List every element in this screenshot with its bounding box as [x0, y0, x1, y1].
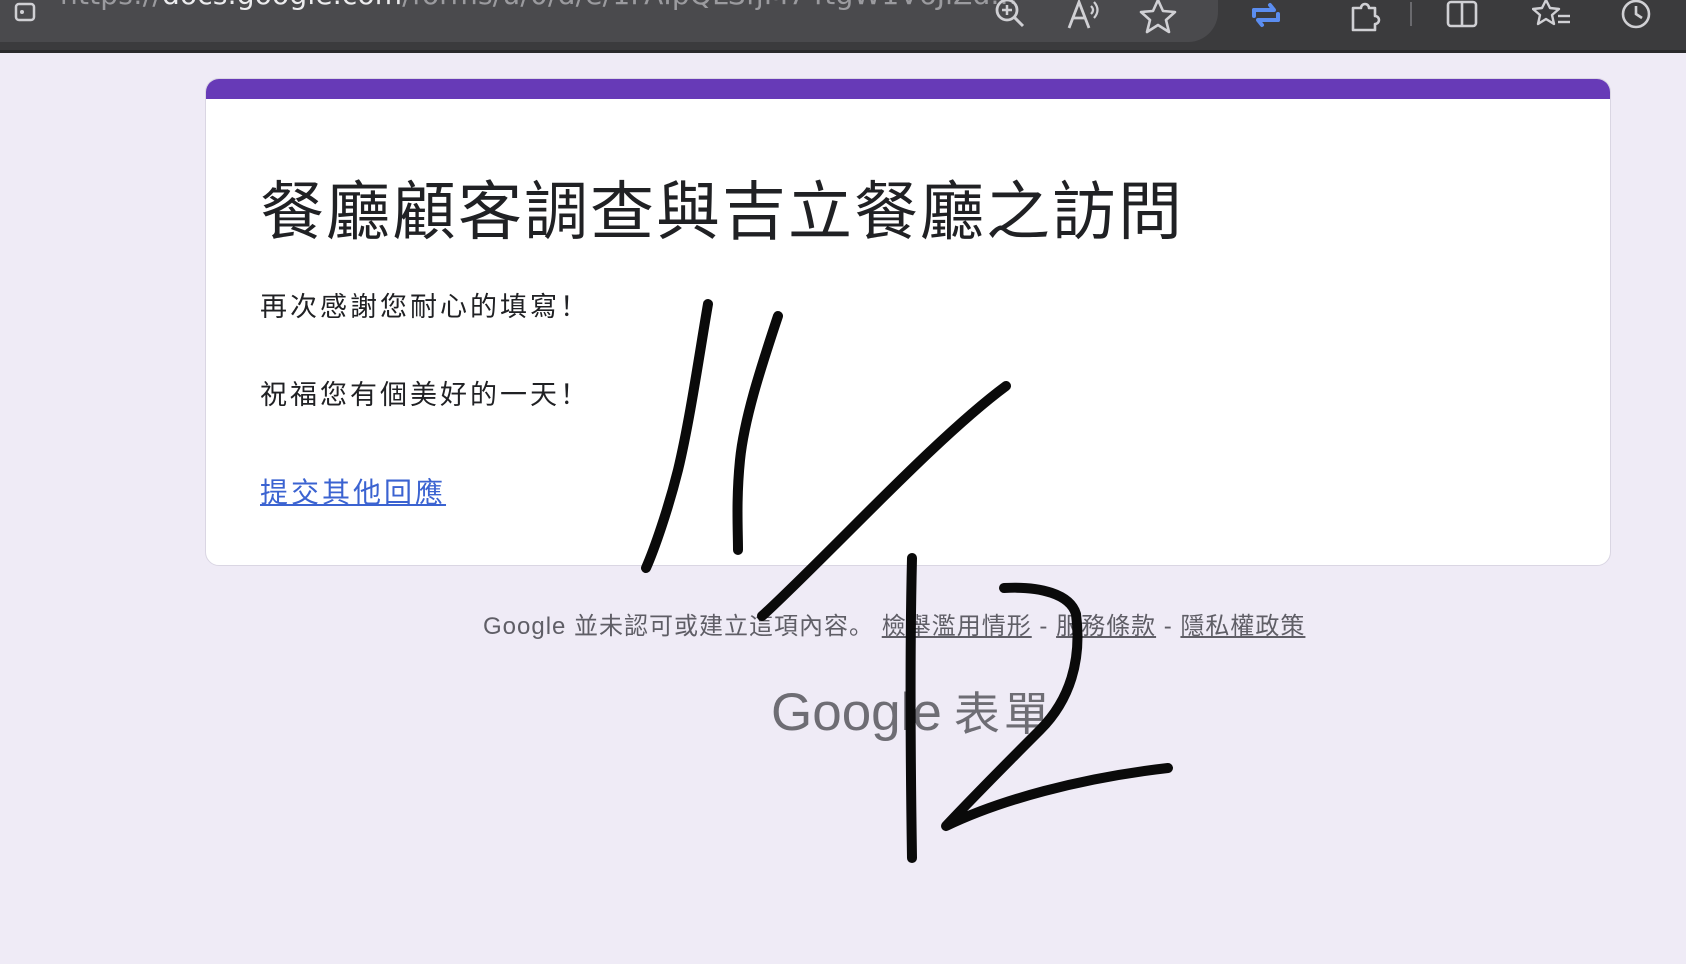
address-bar[interactable]: https://docs.google.com/forms/u/0/d/e/1F… — [0, 0, 1218, 42]
thank-you-message: 再次感謝您耐心的填寫！ — [260, 292, 590, 323]
footer-separator: - — [1039, 613, 1049, 640]
site-info-icon[interactable] — [10, 0, 40, 26]
toolbar-separator — [1410, 2, 1412, 26]
read-aloud-icon[interactable] — [1063, 0, 1103, 36]
sync-icon[interactable] — [1246, 0, 1286, 36]
privacy-link[interactable]: 隱私權政策 — [1180, 613, 1305, 640]
footer-disclaimer: Google 並未認可或建立這項內容。 檢舉濫用情形 - 服務條款 - 隱私權政… — [483, 606, 1305, 641]
good-day-message: 祝福您有個美好的一天！ — [260, 380, 590, 411]
forms-wordmark: 表單 — [953, 688, 1054, 740]
url-text[interactable]: https://docs.google.com/forms/u/0/d/e/1F… — [60, 0, 1018, 11]
footer-separator: - — [1163, 613, 1173, 640]
form-title: 餐廳顧客調查與吉立餐廳之訪問 — [260, 176, 1184, 250]
url-path: /forms/u/0/d/e/1FAIpQLSfjM74tgW1V6JiZd..… — [402, 0, 1018, 11]
submit-another-response-link[interactable]: 提交其他回應 — [260, 471, 446, 511]
card-accent-bar — [206, 79, 1610, 99]
history-icon[interactable] — [1616, 0, 1656, 36]
browser-toolbar: https://docs.google.com/forms/u/0/d/e/1F… — [0, 0, 1686, 53]
form-confirmation-card: 餐廳顧客調查與吉立餐廳之訪問 再次感謝您耐心的填寫！ 祝福您有個美好的一天！ 提… — [205, 78, 1611, 566]
favorites-icon[interactable] — [1531, 0, 1572, 36]
terms-link[interactable]: 服務條款 — [1056, 613, 1156, 640]
split-screen-icon[interactable] — [1442, 0, 1482, 36]
extensions-icon[interactable] — [1345, 0, 1385, 36]
favorite-star-icon[interactable] — [1138, 0, 1178, 36]
url-scheme: https:// — [60, 0, 162, 11]
url-host: docs.google.com — [162, 0, 402, 11]
google-wordmark: Google — [771, 683, 942, 742]
disclaimer-text: Google 並未認可或建立這項內容。 — [483, 613, 875, 640]
report-abuse-link[interactable]: 檢舉濫用情形 — [882, 613, 1032, 640]
google-forms-logo[interactable]: Google 表單 — [771, 678, 1054, 744]
zoom-icon[interactable] — [990, 0, 1030, 36]
